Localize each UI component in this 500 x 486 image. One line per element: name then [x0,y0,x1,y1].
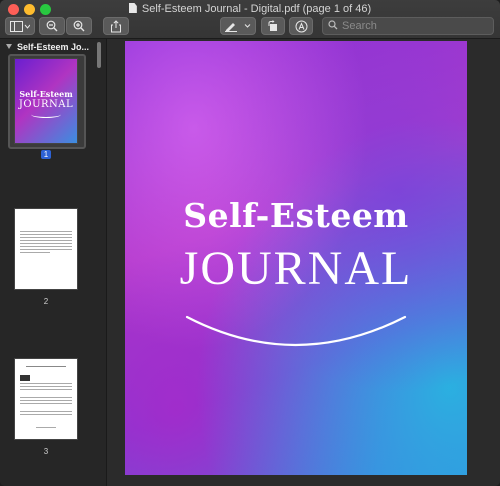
thumbnail-page-2[interactable] [15,209,77,289]
thumbnail-cover-image: Self-Esteem JOURNAL [15,59,77,143]
zoom-in-icon [73,20,85,32]
title-bar: Self-Esteem Journal - Digital.pdf (page … [0,0,500,39]
zoom-out-button[interactable] [39,17,65,35]
thumbnail-page-number-2: 2 [43,297,49,306]
thumbnail-cover-line1: Self-Esteem [19,89,73,99]
share-icon [110,19,122,33]
thumbnail-page-number-3: 3 [43,447,49,456]
sidebar-icon [10,20,30,32]
zoom-out-icon [46,20,58,32]
search-icon [328,17,338,35]
sidebar-document-title: Self-Esteem Jo... [17,42,90,52]
thumbnail-cover-line2: JOURNAL [18,99,74,110]
pen-icon [224,20,252,32]
markup-pen-button[interactable] [220,17,256,35]
markup-circle-icon [295,20,308,33]
thumbnail-smile-curve [31,111,61,118]
cover-title-line1: Self-Esteem [183,196,409,235]
disclosure-triangle-icon[interactable] [6,44,12,49]
annotate-button[interactable] [289,17,313,35]
window-title: Self-Esteem Journal - Digital.pdf (page … [141,3,372,15]
thumbnail-text-page [15,359,77,439]
document-view[interactable]: Self-Esteem JOURNAL [107,39,500,486]
search-field[interactable] [322,17,494,35]
pdf-document-icon [128,3,137,13]
thumbnail-page-1[interactable]: Self-Esteem JOURNAL [15,59,77,143]
sidebar-scrollbar[interactable] [97,42,101,68]
pdf-cover-page: Self-Esteem JOURNAL [125,41,467,475]
share-button[interactable] [103,17,129,35]
search-input[interactable] [338,20,482,32]
thumbnail-sidebar: Self-Esteem Jo... Self-Esteem JOURNAL 1 … [0,39,107,486]
thumbnail-text-page [15,209,77,289]
rotate-icon [267,20,279,32]
cover-title-line2: JOURNAL [179,242,413,295]
thumbnail-page-number-1: 1 [0,150,92,159]
preview-window: Self-Esteem Journal - Digital.pdf (page … [0,0,500,486]
document-scrollbar[interactable] [482,39,492,486]
window-title-wrap: Self-Esteem Journal - Digital.pdf (page … [0,2,500,16]
thumbnail-page-3[interactable] [15,359,77,439]
sidebar-document-header[interactable]: Self-Esteem Jo... [0,39,95,55]
zoom-in-button[interactable] [66,17,92,35]
sidebar-toggle-button[interactable] [5,17,35,35]
cover-smile-curve [185,315,407,347]
rotate-button[interactable] [261,17,285,35]
